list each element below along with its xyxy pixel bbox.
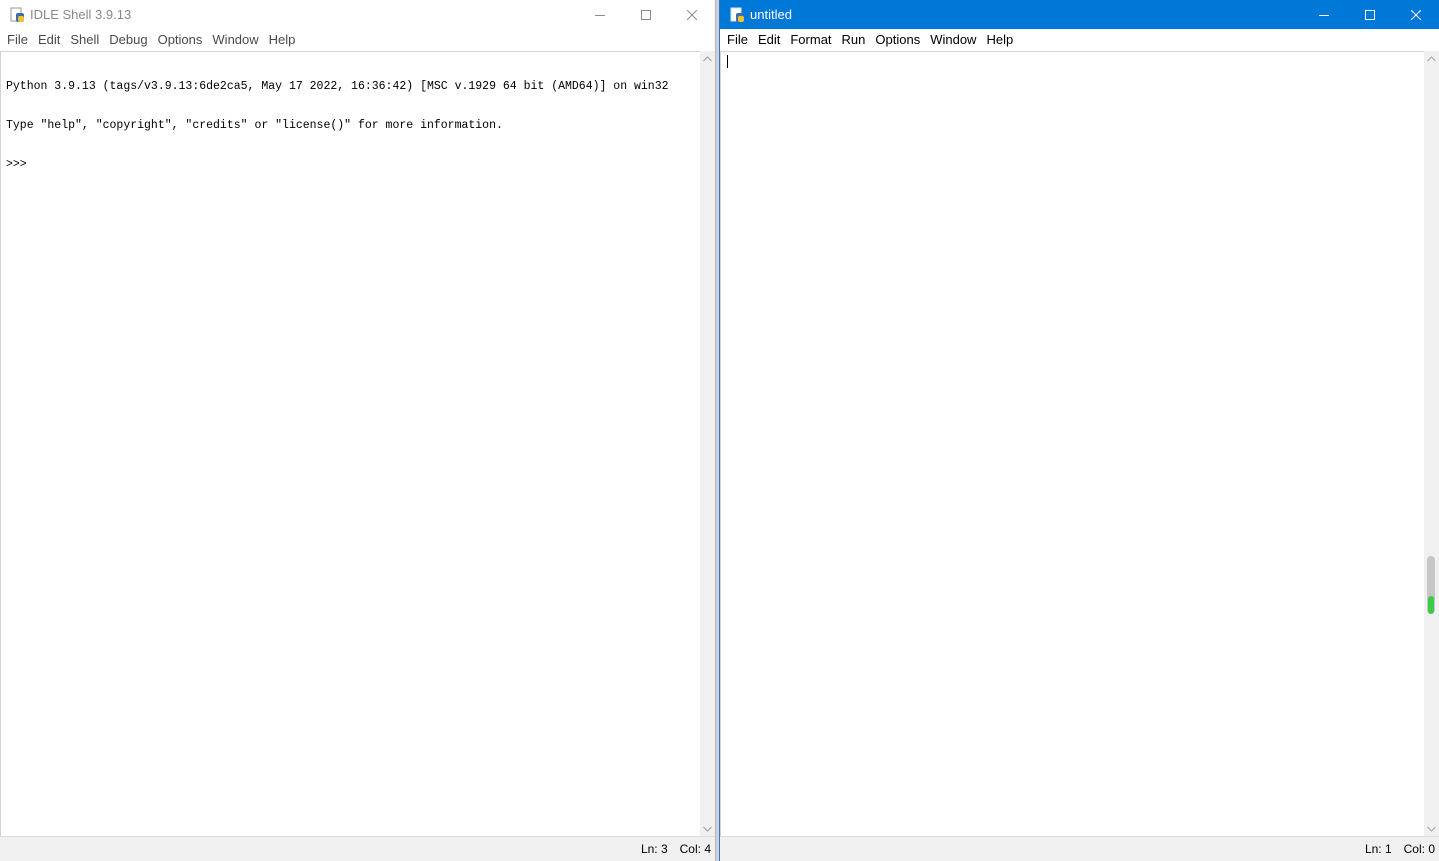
editor-status-line: Ln: 1 <box>1364 842 1392 856</box>
shell-status-line: Ln: 3 <box>640 842 668 856</box>
minimize-icon <box>595 14 605 16</box>
shell-statusbar: Ln: 3 Col: 4 <box>0 836 715 861</box>
editor-maximize-button[interactable] <box>1347 0 1393 29</box>
shell-menu-edit[interactable]: Edit <box>33 29 65 50</box>
shell-menu-window[interactable]: Window <box>207 29 263 50</box>
shell-prompt: >>> <box>6 158 34 171</box>
editor-status-col: Col: 0 <box>1403 842 1435 856</box>
editor-statusbar: Ln: 1 Col: 0 <box>720 836 1439 861</box>
editor-title: untitled <box>750 7 792 22</box>
text-cursor <box>727 55 728 68</box>
shell-menu-file[interactable]: File <box>2 29 33 50</box>
maximize-icon <box>641 9 651 20</box>
editor-menu-run[interactable]: Run <box>837 29 871 50</box>
shell-title: IDLE Shell 3.9.13 <box>30 7 132 22</box>
shell-maximize-button[interactable] <box>623 0 669 29</box>
shell-info-line: Type "help", "copyright", "credits" or "… <box>6 119 503 132</box>
shell-menu-options[interactable]: Options <box>153 29 208 50</box>
shell-status-col: Col: 4 <box>679 842 711 856</box>
scroll-down-arrow-icon[interactable] <box>700 821 715 836</box>
shell-caption-buttons <box>577 0 715 29</box>
close-icon <box>1411 9 1421 20</box>
scroll-down-arrow-icon[interactable] <box>1424 821 1439 836</box>
editor-menu-help[interactable]: Help <box>981 29 1018 50</box>
shell-menu-help[interactable]: Help <box>264 29 301 50</box>
shell-minimize-button[interactable] <box>577 0 623 29</box>
editor-menu-format[interactable]: Format <box>785 29 836 50</box>
shell-close-button[interactable] <box>669 0 715 29</box>
idle-editor-window[interactable]: untitled File Edit Format Run Options Wi… <box>719 0 1439 861</box>
shell-menubar: File Edit Shell Debug Options Window Hel… <box>0 29 715 50</box>
shell-menu-debug[interactable]: Debug <box>104 29 152 50</box>
scroll-up-arrow-icon[interactable] <box>1424 51 1439 66</box>
shell-text-area[interactable]: Python 3.9.13 (tags/v3.9.13:6de2ca5, May… <box>0 51 700 836</box>
editor-minimize-button[interactable] <box>1301 0 1347 29</box>
python-idle-icon <box>10 7 24 22</box>
scrollbar-highlight <box>1428 596 1434 614</box>
shell-titlebar[interactable]: IDLE Shell 3.9.13 <box>0 0 715 29</box>
maximize-icon <box>1365 9 1375 20</box>
editor-text-area[interactable] <box>720 51 1424 836</box>
idle-shell-window[interactable]: IDLE Shell 3.9.13 File Edit Shell Debug … <box>0 0 716 861</box>
shell-menu-shell[interactable]: Shell <box>65 29 104 50</box>
editor-close-button[interactable] <box>1393 0 1439 29</box>
close-icon <box>687 9 697 20</box>
editor-menu-window[interactable]: Window <box>925 29 981 50</box>
scroll-up-arrow-icon[interactable] <box>700 51 715 66</box>
python-idle-icon <box>730 7 744 22</box>
minimize-icon <box>1319 14 1329 16</box>
editor-caption-buttons <box>1301 0 1439 29</box>
editor-menu-options[interactable]: Options <box>870 29 925 50</box>
shell-vertical-scrollbar[interactable] <box>700 51 715 836</box>
editor-menu-file[interactable]: File <box>722 29 753 50</box>
editor-menubar: File Edit Format Run Options Window Help <box>720 29 1439 50</box>
editor-menu-edit[interactable]: Edit <box>753 29 785 50</box>
editor-vertical-scrollbar[interactable] <box>1424 51 1439 836</box>
editor-titlebar[interactable]: untitled <box>720 0 1439 29</box>
shell-banner-line: Python 3.9.13 (tags/v3.9.13:6de2ca5, May… <box>6 80 669 93</box>
